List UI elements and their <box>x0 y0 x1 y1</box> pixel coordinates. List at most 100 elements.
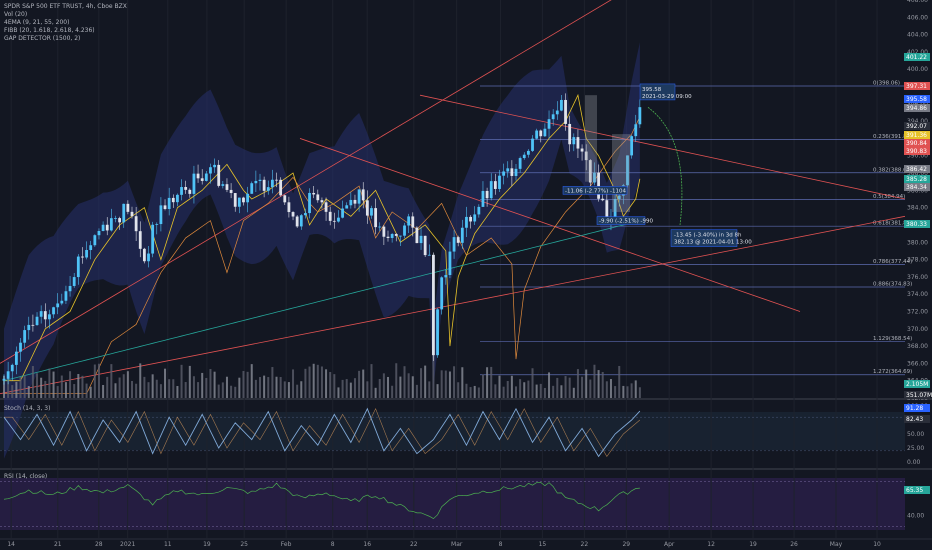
candle <box>295 216 299 227</box>
volume-bar <box>345 379 348 398</box>
x-tick-label: May <box>830 541 843 548</box>
volume-bar <box>283 381 286 398</box>
candle <box>68 285 72 292</box>
price-tag-label: 394.86 <box>906 105 927 112</box>
volume-bar <box>527 380 530 398</box>
candle <box>43 311 47 320</box>
indicator-vol[interactable]: Vol (20) <box>4 11 27 19</box>
candle <box>126 203 130 212</box>
candle <box>370 208 373 216</box>
volume-bar <box>581 376 584 398</box>
candle <box>101 224 105 232</box>
candle <box>357 189 361 204</box>
y-tick-label: 376.00 <box>907 274 928 281</box>
volume-bar <box>164 368 167 398</box>
candle <box>14 351 18 365</box>
volume-bar <box>597 370 600 398</box>
candle <box>535 130 539 139</box>
volume-bar <box>531 368 534 398</box>
candle <box>97 231 101 236</box>
volume-bar <box>622 385 625 398</box>
candle <box>337 217 340 222</box>
volume-bar <box>481 374 484 398</box>
candle <box>81 256 84 258</box>
volume-bar <box>238 377 241 398</box>
price-tag-label: 385.28 <box>906 176 927 183</box>
volume-bar <box>523 382 526 398</box>
price-tag-label: 395.58 <box>906 96 927 103</box>
x-tick-label: 14 <box>7 541 15 548</box>
candle <box>518 158 522 169</box>
volume-bar <box>296 384 299 398</box>
candle <box>630 136 634 156</box>
chart-canvas[interactable]: 0(398.06)0.236(391.86)0.382(388.03)0.5(3… <box>0 0 932 550</box>
candle <box>456 237 460 243</box>
candle <box>328 211 332 221</box>
stoch-label[interactable]: Stoch (14, 3, 3) <box>4 405 50 413</box>
volume-bar <box>316 364 319 398</box>
indicator-gap[interactable]: GAP DETECTOR (1500, 2) <box>4 35 80 43</box>
volume-bar <box>366 381 369 398</box>
x-tick-label: 21 <box>54 541 62 548</box>
candle <box>250 183 254 194</box>
volume-bar <box>188 365 191 398</box>
candle <box>419 235 423 244</box>
y-tick-label: 406.00 <box>907 14 928 21</box>
volume-bar <box>230 385 233 398</box>
x-tick-label: Feb <box>281 541 292 548</box>
candle <box>444 275 448 278</box>
volume-bar <box>535 384 538 398</box>
candle <box>176 194 179 203</box>
volume-bar <box>254 379 257 398</box>
volume-bar <box>89 386 92 398</box>
volume-bar <box>131 380 133 398</box>
candle <box>163 205 167 210</box>
indicator-ema[interactable]: 4EMA (9, 21, 55, 200) <box>4 19 69 27</box>
volume-bar <box>106 376 109 398</box>
x-tick-label: 12 <box>707 541 715 548</box>
volume-bar <box>122 374 125 398</box>
volume-bar <box>490 366 493 398</box>
volume-bar <box>638 387 641 398</box>
volume-bar <box>275 376 278 398</box>
candle <box>105 224 109 231</box>
volume-bar <box>184 382 187 398</box>
volume-bar <box>308 366 311 398</box>
volume-bar <box>259 377 261 398</box>
candle <box>465 216 468 228</box>
candle <box>316 194 320 201</box>
volume-bar <box>325 369 328 398</box>
volume-bar <box>411 376 414 398</box>
price-tag-label: 2.105M <box>906 381 928 388</box>
projection-sub-label: 382.13 @ 2021-04-01 13:00 <box>674 240 752 246</box>
volume-bar <box>387 376 389 398</box>
candle <box>196 173 200 179</box>
rsi-band <box>0 478 905 530</box>
candle <box>233 193 237 207</box>
rsi-tag-label: 65.35 <box>906 487 923 494</box>
volume-bar <box>436 384 439 398</box>
rsi-label[interactable]: RSI (14, close) <box>4 473 47 481</box>
candle <box>225 184 229 190</box>
volume-bar <box>73 384 76 398</box>
volume-bar <box>85 383 88 398</box>
candle <box>270 179 274 188</box>
y-tick-label: 368.00 <box>907 343 928 350</box>
volume-bar <box>337 387 340 398</box>
y-tick-label: 400.00 <box>907 66 928 73</box>
volume-bar <box>217 384 220 398</box>
candle <box>159 205 163 225</box>
indicator-fibb[interactable]: FIBB (20, 1.618, 2.618, 4.236) <box>4 27 95 35</box>
candle <box>167 197 171 210</box>
candle <box>72 277 76 286</box>
candle <box>597 172 600 199</box>
chart-root[interactable]: 0(398.06) 0.236(391.86) 0.382(388.03) 0.5(3… <box>0 0 932 550</box>
candle <box>572 137 576 145</box>
candle <box>485 190 489 199</box>
symbol-title[interactable]: SPDR S&P 500 ETF TRUST, 4h, Cboe BZX <box>4 3 127 11</box>
volume-bar <box>155 379 158 398</box>
volume-bar <box>634 380 637 398</box>
candle <box>452 237 456 252</box>
candle <box>19 342 22 352</box>
volume-bar <box>225 376 228 398</box>
